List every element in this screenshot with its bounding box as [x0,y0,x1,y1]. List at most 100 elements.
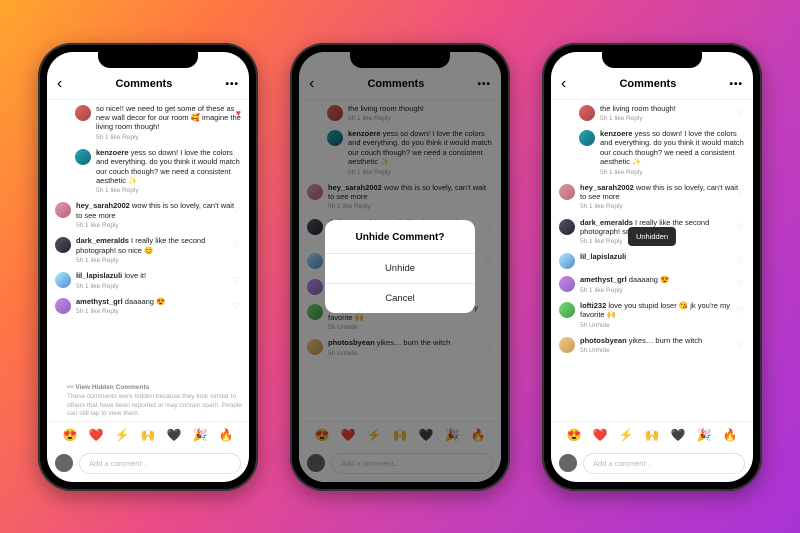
comment-meta[interactable]: 5h 1 like Reply [580,287,745,295]
comment-row[interactable]: the living room though! 5h 1 like Reply … [559,104,745,124]
comments-feed[interactable]: so nice!! we need to get some of these a… [47,100,249,380]
comment-text: daaaang 😍 [123,297,166,306]
comment-meta[interactable]: 5h 1 like Reply [96,134,241,142]
username[interactable]: lil_lapislazuli [76,271,122,280]
avatar[interactable] [559,276,575,292]
emoji-shortcut[interactable]: ❤️ [593,428,608,442]
comment-meta[interactable]: 5h 1 like Reply [76,308,241,316]
comments-header: ‹ Comments ••• [47,70,249,100]
emoji-shortcut[interactable]: ⚡ [115,428,130,442]
comment-input[interactable]: Add a comment... [583,453,745,474]
emoji-shortcut[interactable]: 🙌 [645,428,660,442]
emoji-shortcut[interactable]: 🔥 [219,428,234,442]
comment-row[interactable]: so nice!! we need to get some of these a… [55,104,241,142]
more-icon[interactable]: ••• [225,79,239,90]
comment-meta[interactable]: 5h 1 like Reply [76,222,241,230]
comment-meta[interactable]: 5h Unhide [580,347,745,355]
comment-row[interactable]: amethyst_grl daaaang 😍 5h 1 like Reply ♡ [55,297,241,317]
username[interactable]: hey_sarah2002 [580,183,634,192]
avatar[interactable] [55,272,71,288]
comment-text: the living room though! [600,104,676,113]
emoji-shortcut[interactable]: 😍 [567,428,582,442]
emoji-shortcut[interactable]: ❤️ [89,428,104,442]
comment-row[interactable]: dark_emeralds I really like the second p… [55,236,241,265]
comment-text: daaaang 😍 [627,275,670,284]
comment-meta[interactable]: 5h Unhide [580,322,745,330]
username[interactable]: kenzoere [96,148,129,157]
comment-input[interactable]: Add a comment... [79,453,241,474]
emoji-shortcut[interactable]: ⚡ [619,428,634,442]
avatar[interactable] [559,337,575,353]
heart-icon[interactable]: ♡ [233,275,241,286]
comment-meta[interactable]: 5h 1 like Reply [76,257,241,265]
dialog-overlay[interactable]: Unhide Comment? Unhide Cancel [299,52,501,482]
heart-icon[interactable]: ♡ [737,305,745,316]
comment-row[interactable]: photosbyean yikes… burn the witch 5h Unh… [559,336,745,356]
avatar[interactable] [559,219,575,235]
emoji-shortcut[interactable]: 🎉 [697,428,712,442]
avatar[interactable] [55,237,71,253]
emoji-shortcut[interactable]: 🎉 [193,428,208,442]
comment-meta[interactable]: 5h 1 like Reply [600,115,745,123]
heart-icon[interactable]: ♡ [737,108,745,119]
emoji-quickbar[interactable]: 😍 ❤️ ⚡ 🙌 🖤 🎉 🔥 [47,421,249,448]
username[interactable]: dark_emeralds [76,236,129,245]
heart-icon[interactable]: ♡ [737,133,745,144]
comment-row[interactable]: hey_sarah2002 wow this is so lovely, can… [559,183,745,212]
emoji-shortcut[interactable]: 🖤 [671,428,686,442]
comment-row[interactable]: lil_lapislazuli love it! 5h 1 like Reply… [55,271,241,291]
avatar[interactable] [75,149,91,165]
heart-icon[interactable]: ♡ [737,340,745,351]
heart-icon[interactable]: ♡ [233,301,241,312]
back-icon[interactable]: ‹ [561,76,566,92]
username[interactable]: amethyst_grl [76,297,123,306]
comment-meta[interactable]: 5h 1 like Reply [76,283,241,291]
comment-meta[interactable]: 5h 1 like Reply [600,169,745,177]
avatar[interactable] [579,105,595,121]
avatar[interactable] [75,105,91,121]
page-title: Comments [115,78,172,90]
unhide-button[interactable]: Unhide [325,253,475,283]
notch [350,50,450,68]
comment-meta[interactable]: 5h 1 like Reply [580,203,745,211]
username[interactable]: lofti232 [580,301,606,310]
emoji-shortcut[interactable]: 🖤 [167,428,182,442]
emoji-shortcut[interactable]: 🔥 [723,428,738,442]
emoji-shortcut[interactable]: 🙌 [141,428,156,442]
heart-icon[interactable]: ♥ [236,108,241,118]
hidden-comments-notice[interactable]: 〰 View Hidden Comments These comments we… [47,380,249,421]
comment-row[interactable]: amethyst_grl daaaang 😍 5h 1 like Reply ♡ [559,275,745,295]
avatar[interactable] [559,253,575,269]
avatar[interactable] [55,202,71,218]
heart-icon[interactable]: ♡ [233,240,241,251]
avatar[interactable] [55,298,71,314]
username[interactable]: dark_emeralds [580,218,633,227]
emoji-shortcut[interactable]: 😍 [63,428,78,442]
avatar[interactable] [559,302,575,318]
back-icon[interactable]: ‹ [57,76,62,92]
heart-icon[interactable]: ♡ [737,256,745,267]
heart-icon[interactable]: ♡ [737,222,745,233]
username[interactable]: photosbyean [580,336,627,345]
username[interactable]: amethyst_grl [580,275,627,284]
username[interactable]: lil_lapislazuli [580,252,626,261]
username[interactable]: kenzoere [600,129,633,138]
emoji-quickbar[interactable]: 😍 ❤️ ⚡ 🙌 🖤 🎉 🔥 [551,421,753,448]
comment-row[interactable]: kenzoere yess so down! I love the colors… [55,148,241,196]
comment-row[interactable]: kenzoere yess so down! I love the colors… [559,129,745,177]
heart-icon[interactable]: ♡ [737,187,745,198]
comment-meta[interactable]: 5h 1 like Reply [96,187,241,195]
comment-row[interactable]: lil_lapislazuli ♡ [559,252,745,269]
username[interactable]: hey_sarah2002 [76,201,130,210]
heart-icon[interactable]: ♡ [233,152,241,163]
cancel-button[interactable]: Cancel [325,283,475,313]
heart-icon[interactable]: ♡ [233,205,241,216]
avatar[interactable] [579,130,595,146]
more-icon[interactable]: ••• [729,79,743,90]
comments-feed[interactable]: the living room though! 5h 1 like Reply … [551,100,753,421]
avatar [55,454,73,472]
comment-row[interactable]: hey_sarah2002 wow this is so lovely, can… [55,201,241,230]
heart-icon[interactable]: ♡ [737,279,745,290]
avatar[interactable] [559,184,575,200]
comment-row[interactable]: lofti232 love you stupid loser 😘 jk you'… [559,301,745,330]
